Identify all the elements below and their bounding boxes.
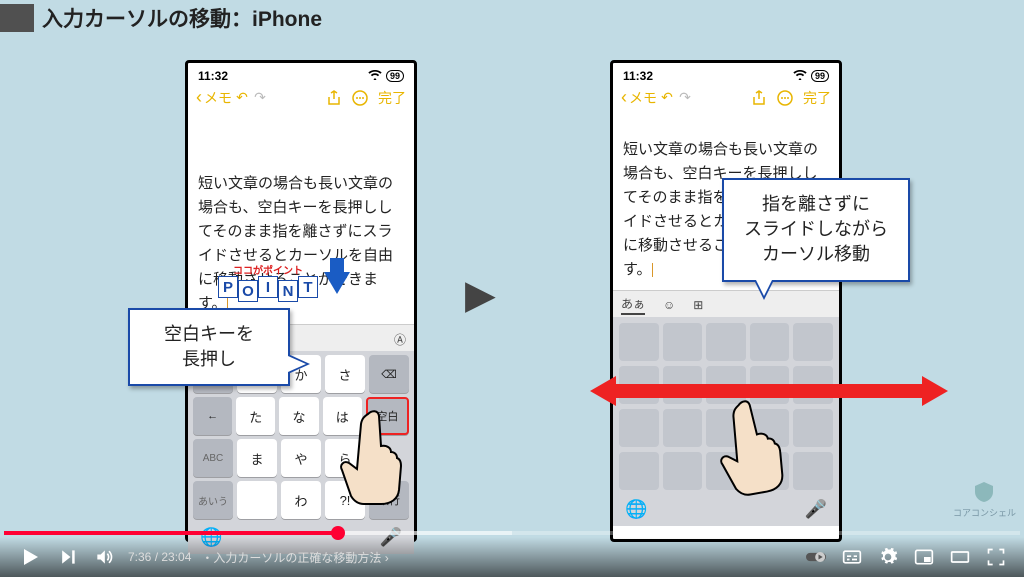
keyboard-selector: あぁ ☺ ⊞ — [613, 290, 839, 317]
time-display: 7:36 / 23:04 — [122, 550, 197, 564]
fullscreen-button[interactable] — [978, 547, 1014, 567]
keyboard-bottom: 🌐 🎤 — [613, 497, 839, 526]
globe-icon: 🌐 — [625, 499, 647, 520]
share-icon — [751, 90, 767, 106]
player-controls: 7:36 / 23:04 ・入力カーソルの正確な移動方法 › — [0, 537, 1024, 577]
key-na: な — [279, 397, 318, 435]
kb-sel-emoji-icon: ☺ — [663, 298, 675, 312]
point-letter: O — [238, 280, 258, 302]
chapter-title[interactable]: ・入力カーソルの正確な移動方法 › — [197, 549, 388, 566]
key-wa: わ — [281, 481, 321, 519]
point-letter: I — [258, 276, 278, 298]
redo-icon: ↷ — [677, 90, 693, 106]
point-letter: N — [278, 280, 298, 302]
key-ta: た — [236, 397, 275, 435]
subtitles-button[interactable] — [834, 547, 870, 567]
status-time: 11:32 — [198, 69, 228, 83]
title-decor — [0, 4, 34, 32]
chevron-right-icon: › — [385, 551, 389, 565]
wifi-icon — [793, 69, 807, 83]
note-text: 短い文章の場合も長い文章の場合も、空白キーを長押ししてそのまま指を離さずにスライ… — [188, 172, 414, 324]
key-ya: や — [281, 439, 321, 477]
play-button[interactable] — [10, 545, 50, 569]
status-bar: 11:32 99 — [188, 63, 414, 85]
slide-title: 入力カーソルの移動：iPhone — [34, 3, 322, 33]
more-icon — [777, 90, 793, 106]
blue-down-arrow-icon — [324, 272, 350, 294]
done-label: 完了 — [803, 88, 831, 108]
progress-bar[interactable] — [4, 531, 1020, 535]
channel-watermark[interactable]: コアコンシェル — [953, 480, 1016, 519]
point-letter: T — [298, 276, 318, 298]
key-aiu: あいう — [193, 481, 233, 519]
notes-nav: ‹ メモ ↶ ↷ 完了 — [188, 85, 414, 112]
more-icon — [352, 90, 368, 106]
volume-button[interactable] — [86, 547, 122, 567]
kb-sel-grid-icon: ⊞ — [693, 298, 703, 312]
key-delete: ⌫ — [369, 355, 409, 393]
miniplayer-button[interactable] — [906, 547, 942, 567]
next-button[interactable] — [50, 547, 86, 567]
key-left: ← — [193, 397, 232, 435]
autoplay-toggle[interactable] — [798, 547, 834, 567]
status-bar: 11:32 99 — [613, 63, 839, 85]
wifi-icon — [368, 69, 382, 83]
undo-icon: ↶ — [234, 90, 250, 106]
callout-slide: 指を離さずにスライドしながらカーソル移動 — [722, 178, 910, 282]
done-label: 完了 — [378, 88, 406, 108]
slide-title-bar: 入力カーソルの移動：iPhone — [0, 4, 322, 32]
share-icon — [326, 90, 342, 106]
key-abc: ABC — [193, 439, 233, 477]
finger-icon — [340, 408, 402, 506]
kb-sel-power-icon: Ⓐ — [394, 331, 406, 348]
mic-icon: 🎤 — [805, 499, 827, 520]
battery-badge: 99 — [386, 70, 404, 82]
text-cursor — [652, 263, 653, 277]
undo-icon: ↶ — [659, 90, 675, 106]
redo-icon: ↷ — [252, 90, 268, 106]
back-chevron-icon: ‹ — [621, 87, 627, 108]
back-chevron-icon: ‹ — [196, 87, 202, 108]
progress-played — [4, 531, 338, 535]
kb-sel-kana: あぁ — [621, 295, 645, 315]
back-label: メモ — [629, 88, 657, 108]
theater-button[interactable] — [942, 547, 978, 567]
callout-longpress: 空白キーを長押し — [128, 308, 290, 386]
notes-nav: ‹ メモ ↶ ↷ 完了 — [613, 85, 839, 112]
settings-button[interactable] — [870, 547, 906, 567]
key-ma: ま — [237, 439, 277, 477]
point-badge: ココがポイント P O I N T — [218, 262, 318, 300]
battery-badge: 99 — [811, 70, 829, 82]
status-time: 11:32 — [623, 69, 653, 83]
back-label: メモ — [204, 88, 232, 108]
arrow-separator-icon: ▶ — [465, 272, 496, 318]
key-sa: さ — [325, 355, 365, 393]
key-sm — [237, 481, 277, 519]
point-letter: P — [218, 276, 238, 298]
